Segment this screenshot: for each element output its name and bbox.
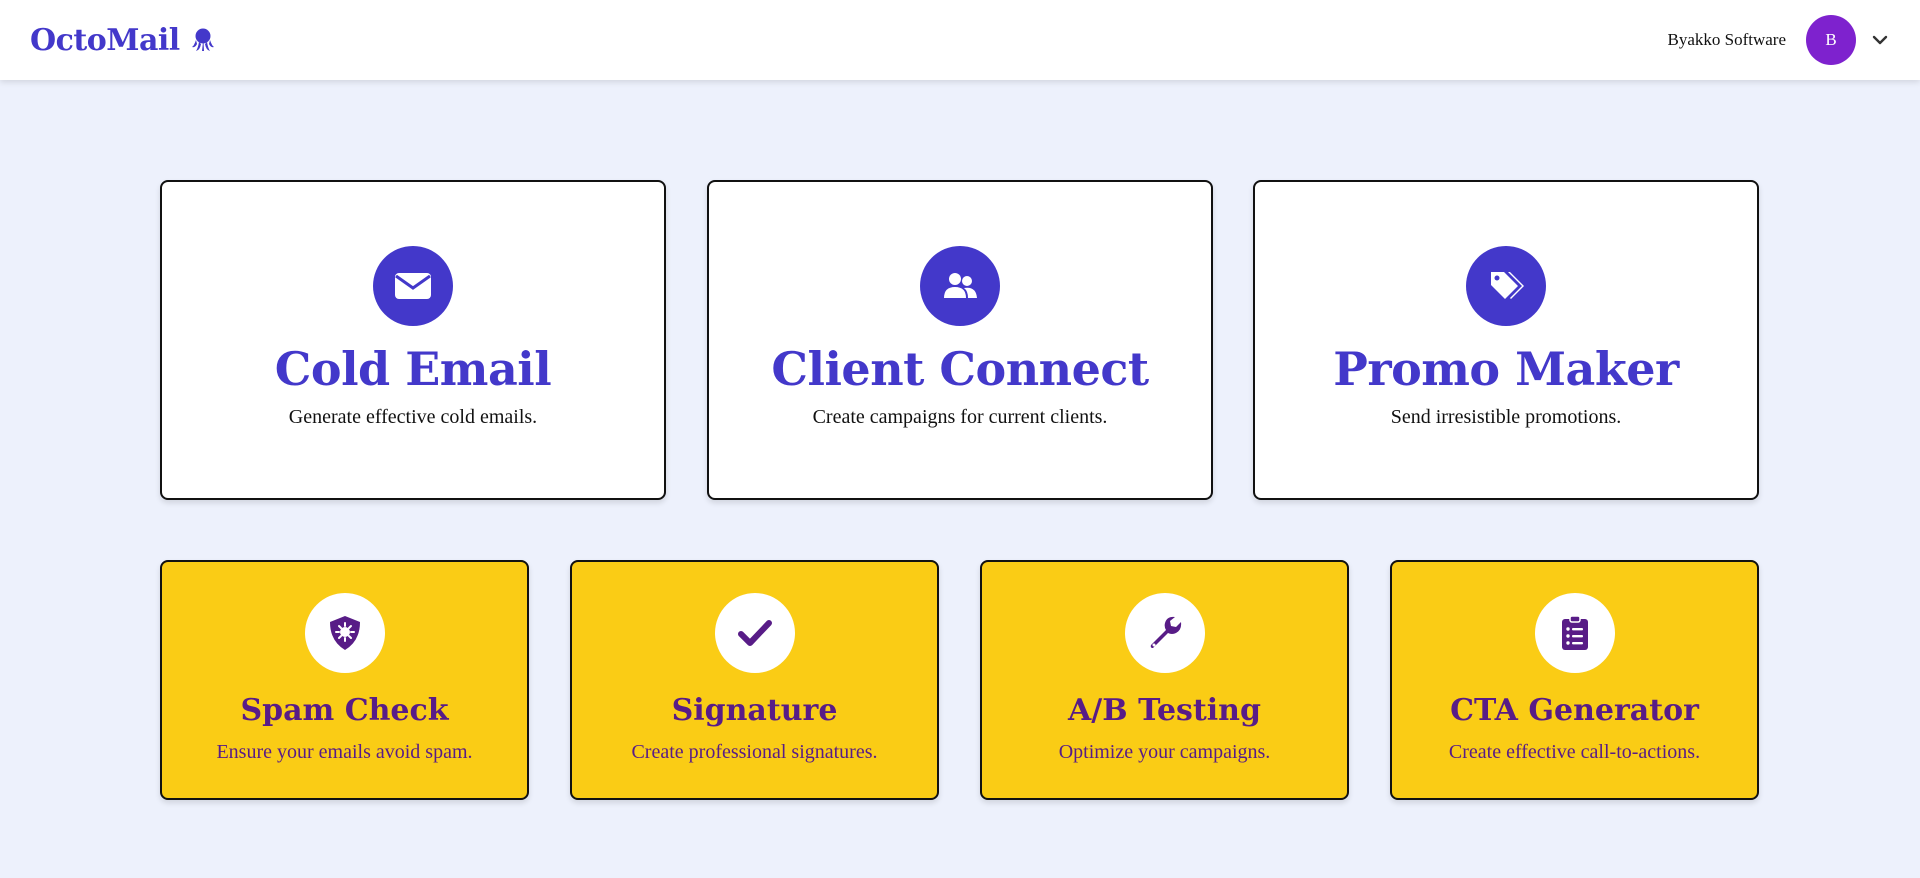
card-title: Promo Maker [1333, 342, 1679, 396]
card-description: Generate effective cold emails. [288, 406, 538, 428]
app-name: OctoMail [30, 22, 180, 58]
card-description: Create effective call-to-actions. [1448, 741, 1701, 763]
cta-generator-card[interactable]: CTA Generator Create effective call-to-a… [1390, 560, 1759, 800]
spam-check-card[interactable]: Spam Check Ensure your emails avoid spam… [160, 560, 529, 800]
card-description: Optimize your campaigns. [1058, 741, 1271, 763]
client-connect-card[interactable]: Client Connect Create campaigns for curr… [707, 180, 1213, 500]
checkmark-icon [714, 593, 795, 673]
ab-testing-card[interactable]: A/B Testing Optimize your campaigns. [980, 560, 1349, 800]
card-title: Spam Check [240, 693, 449, 728]
avatar[interactable]: B [1806, 15, 1856, 65]
card-title: CTA Generator [1450, 693, 1699, 728]
clipboard-list-icon [1534, 593, 1615, 673]
card-description: Send irresistible promotions. [1390, 406, 1622, 428]
org-name: Byakko Software [1667, 30, 1786, 49]
promo-maker-card[interactable]: Promo Maker Send irresistible promotions… [1253, 180, 1759, 500]
shield-virus-icon [304, 593, 385, 673]
card-description: Create professional signatures. [631, 741, 878, 763]
card-title: A/B Testing [1068, 693, 1261, 728]
card-title: Client Connect [771, 342, 1149, 396]
chevron-down-icon[interactable] [1870, 30, 1890, 50]
octopus-icon [190, 27, 216, 53]
users-icon [920, 246, 1000, 326]
app-logo[interactable]: OctoMail [30, 23, 216, 58]
card-title: Cold Email [274, 342, 552, 396]
envelope-icon [373, 246, 453, 326]
cold-email-card[interactable]: Cold Email Generate effective cold email… [160, 180, 666, 500]
top-navbar: OctoMail Byakko Software B [0, 0, 1920, 80]
account-menu: Byakko Software B [1667, 15, 1890, 65]
wrench-icon [1124, 593, 1205, 673]
card-description: Ensure your emails avoid spam. [216, 741, 473, 763]
signature-card[interactable]: Signature Create professional signatures… [570, 560, 939, 800]
card-title: Signature [671, 693, 838, 728]
tags-icon [1466, 246, 1546, 326]
card-description: Create campaigns for current clients. [812, 406, 1108, 428]
